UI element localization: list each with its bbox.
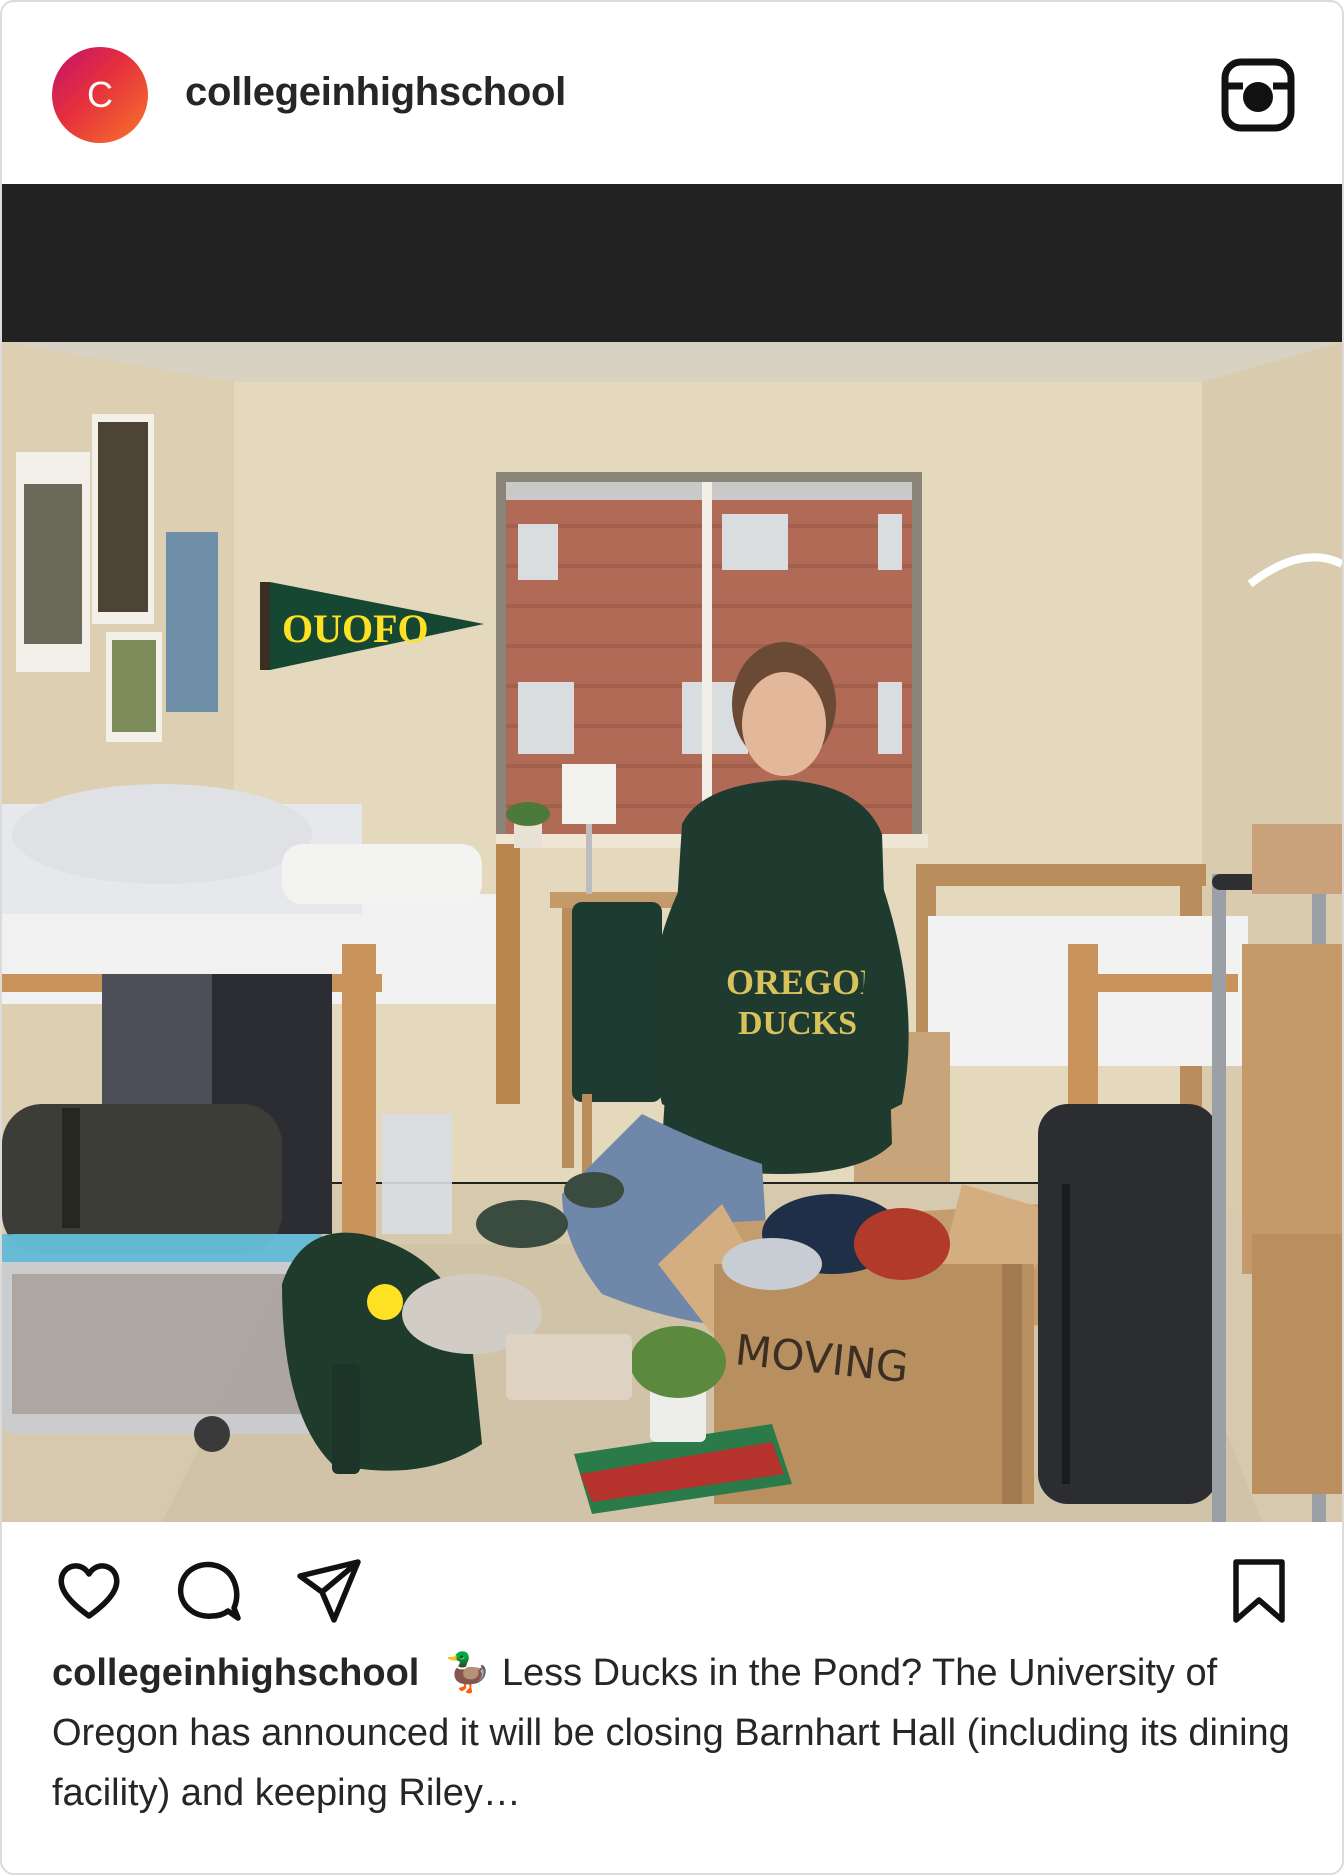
post-action-bar [2, 1542, 1342, 1632]
post-image[interactable]: OUOFO OREGON DUCKS MOVING [2, 184, 1342, 1522]
dorm-room-photo: OUOFO OREGON DUCKS MOVING [2, 184, 1342, 1522]
hoodie-text-line1: OREGON [726, 962, 886, 1002]
post-header: C collegeinhighschool [2, 2, 1342, 184]
heart-icon[interactable] [54, 1556, 124, 1626]
caption-username[interactable]: collegeinhighschool [52, 1652, 419, 1694]
avatar[interactable]: C [52, 47, 148, 143]
post-username[interactable]: collegeinhighschool [185, 70, 566, 115]
paper-plane-icon[interactable] [294, 1556, 364, 1626]
duck-emoji: 🦆 [443, 1652, 492, 1694]
avatar-letter: C [87, 74, 113, 115]
bookmark-icon[interactable] [1224, 1556, 1294, 1626]
hoodie-text-line2: DUCKS [738, 1005, 857, 1042]
pennant-text: OUOFO [282, 606, 429, 651]
instagram-post: C collegeinhighschool OUOFO OREGON DUCKS… [0, 0, 1344, 1875]
instagram-icon[interactable] [1221, 58, 1295, 132]
comment-bubble-icon[interactable] [174, 1556, 244, 1626]
post-caption: collegeinhighschool 🦆 Less Ducks in the … [52, 1643, 1312, 1823]
